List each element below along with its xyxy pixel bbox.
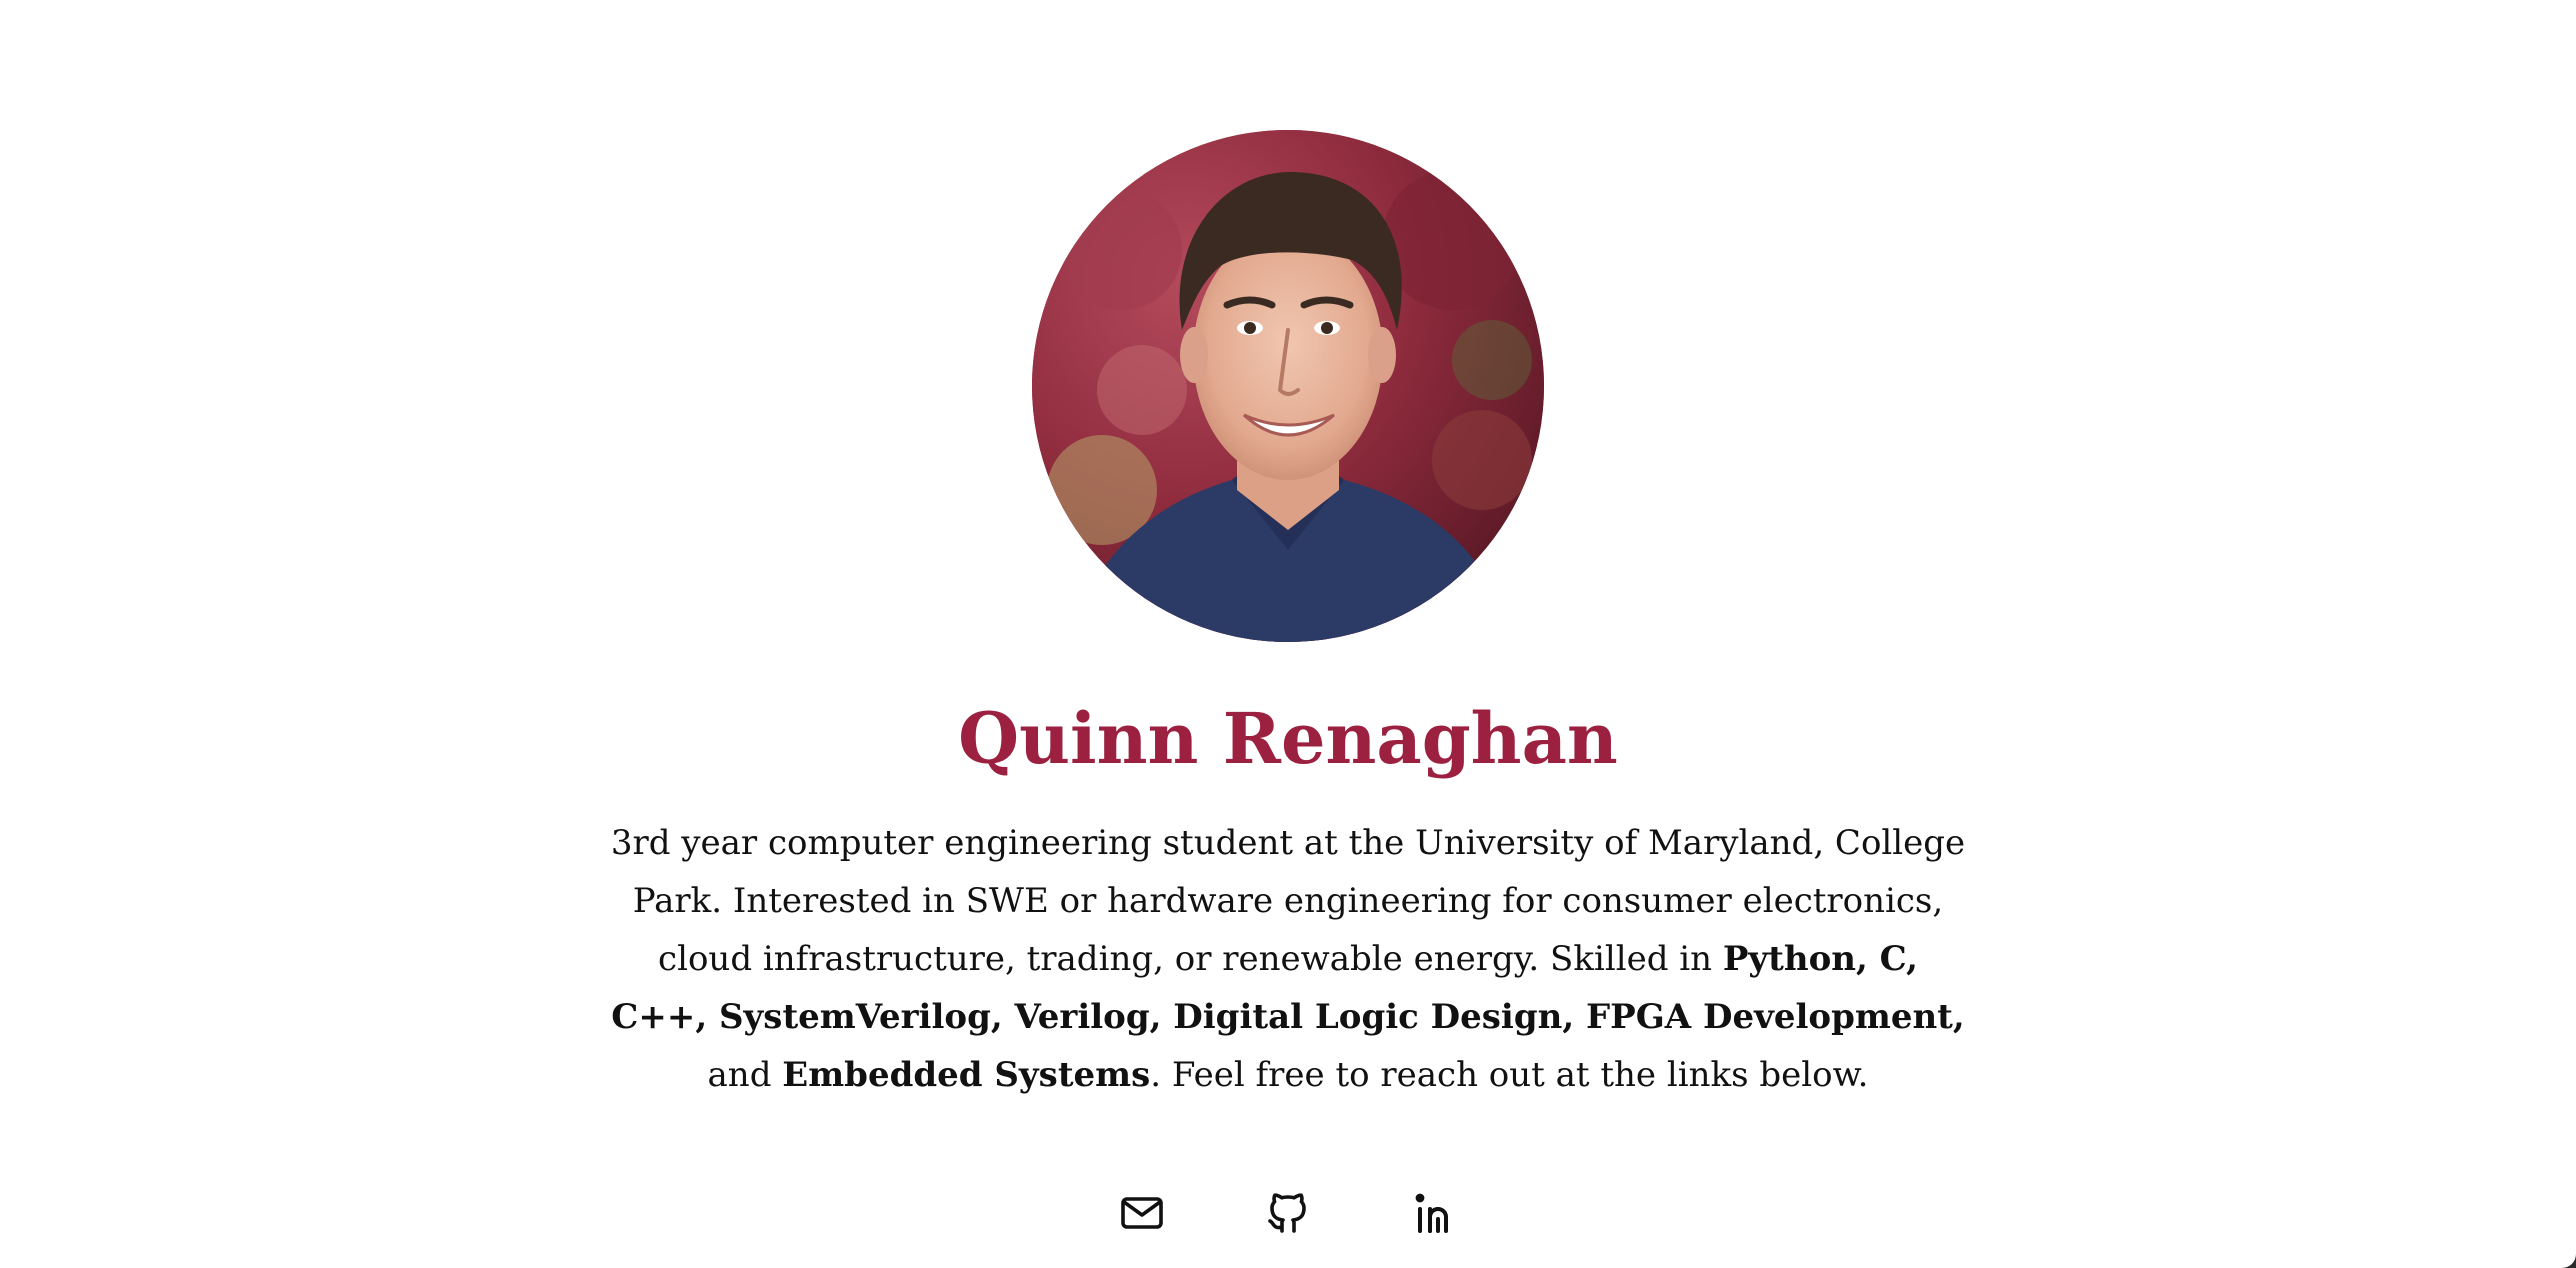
window-corner-mask-left bbox=[0, 1254, 14, 1268]
linkedin-icon bbox=[1415, 1193, 1448, 1233]
github-link[interactable] bbox=[1263, 1188, 1313, 1238]
github-icon bbox=[1268, 1193, 1306, 1233]
avatar bbox=[1032, 130, 1544, 642]
bio-outro: . Feel free to reach out at the links be… bbox=[1150, 1055, 1869, 1095]
profile-section: Quinn Renaghan 3rd year computer enginee… bbox=[0, 0, 2576, 1238]
linkedin-link[interactable] bbox=[1409, 1188, 1459, 1238]
bio-last-skill: Embedded Systems bbox=[782, 1055, 1151, 1095]
bio-paragraph: 3rd year computer engineering student at… bbox=[608, 814, 1968, 1104]
social-links bbox=[1117, 1188, 1459, 1238]
mail-icon bbox=[1121, 1197, 1163, 1229]
email-link[interactable] bbox=[1117, 1188, 1167, 1238]
page-title: Quinn Renaghan bbox=[958, 697, 1618, 780]
bio-and: and bbox=[707, 1055, 783, 1095]
avatar-photo bbox=[1032, 130, 1544, 642]
